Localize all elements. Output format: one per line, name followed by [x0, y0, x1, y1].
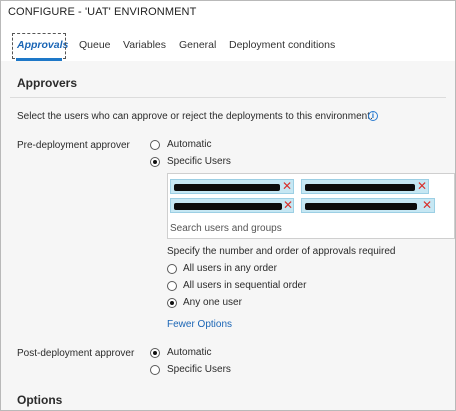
tab-bar: Approvals Queue Variables General Deploy…	[0, 30, 454, 60]
user-chip: ✕	[301, 179, 429, 194]
pre-automatic-label[interactable]: Automatic	[167, 139, 211, 150]
pre-specific-users-label[interactable]: Specific Users	[167, 156, 231, 167]
remove-user-icon[interactable]: ✕	[422, 198, 432, 212]
order-any-order-label[interactable]: All users in any order	[183, 263, 277, 274]
order-any-one-user-label[interactable]: Any one user	[183, 297, 242, 308]
user-chip: ✕	[301, 198, 435, 213]
pre-deployment-label: Pre-deployment approver	[17, 140, 130, 151]
tab-variables[interactable]: Variables	[123, 39, 166, 51]
approval-order-prompt: Specify the number and order of approval…	[167, 246, 396, 257]
user-chip: ✕	[170, 179, 294, 194]
fewer-options-link[interactable]: Fewer Options	[167, 319, 232, 330]
tab-general[interactable]: General	[179, 39, 216, 51]
approvers-heading: Approvers	[17, 76, 78, 90]
search-users-input[interactable]: Search users and groups	[170, 223, 282, 234]
approvers-description: Select the users who can approve or reje…	[17, 111, 373, 122]
redacted-user-name	[174, 184, 280, 191]
post-deployment-label: Post-deployment approver	[17, 348, 135, 359]
post-automatic-radio[interactable]	[150, 348, 160, 358]
section-divider	[10, 97, 446, 98]
tab-focus-outline	[12, 33, 66, 59]
tab-queue[interactable]: Queue	[79, 39, 111, 51]
order-sequential-radio[interactable]	[167, 281, 177, 291]
remove-user-icon[interactable]: ✕	[283, 198, 293, 212]
pre-specific-users-radio[interactable]	[150, 157, 160, 167]
post-specific-users-radio[interactable]	[150, 365, 160, 375]
order-sequential-label[interactable]: All users in sequential order	[183, 280, 306, 291]
post-automatic-label[interactable]: Automatic	[167, 347, 211, 358]
dialog-title: CONFIGURE - 'UAT' ENVIRONMENT	[8, 6, 197, 18]
order-any-order-radio[interactable]	[167, 264, 177, 274]
redacted-user-name	[305, 203, 417, 210]
user-chip: ✕	[170, 198, 294, 213]
options-heading: Options	[17, 393, 63, 407]
remove-user-icon[interactable]: ✕	[282, 179, 292, 193]
user-picker[interactable]: ✕ ✕ ✕ ✕ Search users and groups	[167, 173, 455, 239]
redacted-user-name	[305, 184, 415, 191]
tab-deployment-conditions[interactable]: Deployment conditions	[229, 39, 335, 51]
remove-user-icon[interactable]: ✕	[417, 179, 427, 193]
redacted-user-name	[174, 203, 282, 210]
info-icon[interactable]: i	[368, 111, 378, 121]
pre-automatic-radio[interactable]	[150, 140, 160, 150]
order-any-one-user-radio[interactable]	[167, 298, 177, 308]
post-specific-users-label[interactable]: Specific Users	[167, 364, 231, 375]
